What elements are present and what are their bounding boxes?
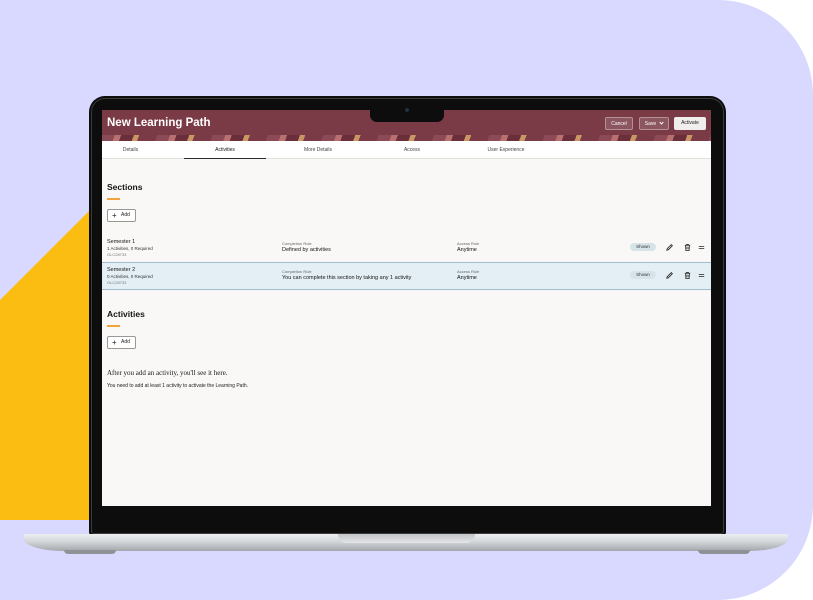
access-rule-label: Access Rule (457, 269, 480, 274)
activities-heading-accent (107, 325, 120, 327)
completion-rule-label: Completion Rule (282, 241, 312, 246)
trash-icon[interactable] (683, 271, 692, 280)
laptop-notch (370, 103, 444, 122)
laptop-foot-right (698, 550, 750, 554)
save-button[interactable]: Save (639, 117, 669, 130)
add-section-label: Add (121, 212, 130, 218)
section-name: Semester 2 (107, 267, 136, 273)
section-row[interactable]: Semester 2 0 Activities, 0 Required OLC2… (102, 262, 711, 290)
plus-icon: + (112, 211, 117, 220)
trash-icon[interactable] (683, 243, 692, 252)
sections-heading-accent (107, 198, 120, 200)
laptop-foot-left (64, 550, 116, 554)
drag-handle-icon[interactable] (697, 271, 706, 280)
completion-rule-value: You can complete this section by taking … (282, 275, 412, 281)
chevron-down-icon (659, 120, 664, 125)
section-name: Semester 1 (107, 239, 136, 245)
add-activity-button[interactable]: + Add (107, 336, 136, 349)
empty-state-title: After you add an activity, you'll see it… (107, 369, 228, 377)
empty-state-text: You need to add at least 1 activity to a… (107, 383, 249, 389)
sections-heading: Sections (107, 182, 143, 192)
save-label: Save (644, 121, 657, 127)
tab-more-details[interactable]: More Details (277, 141, 359, 159)
tab-details[interactable]: Details (102, 141, 159, 159)
tab-activities[interactable]: Activities (184, 141, 266, 159)
tab-access[interactable]: Access (370, 141, 454, 159)
laptop-groove (338, 534, 475, 543)
page-title: New Learning Path (107, 117, 211, 129)
tab-user-experience[interactable]: User Experience (462, 141, 550, 159)
activities-heading: Activities (107, 309, 145, 319)
access-rule-value: Anytime (457, 275, 477, 281)
section-code: OLC28733 (107, 280, 127, 285)
pencil-icon[interactable] (665, 243, 674, 252)
completion-rule-value: Defined by activities (282, 247, 331, 253)
activate-button[interactable]: Activate (674, 117, 706, 130)
completion-rule-label: Completion Rule (282, 269, 312, 274)
plus-icon: + (112, 338, 117, 347)
app-screen: New Learning Path Cancel Save Activate D… (102, 110, 711, 506)
cancel-button[interactable]: Cancel (605, 117, 633, 130)
tab-bar: Details Activities More Details Access U… (102, 141, 711, 159)
add-activity-label: Add (121, 339, 130, 345)
drag-handle-icon[interactable] (697, 243, 706, 252)
section-counts: 1 Activities, 0 Required (107, 246, 153, 251)
section-row[interactable]: Semester 1 1 Activities, 0 Required OLC2… (102, 234, 711, 262)
access-rule-value: Anytime (457, 247, 477, 253)
pencil-icon[interactable] (665, 271, 674, 280)
status-badge: Shown (630, 271, 656, 279)
add-section-button[interactable]: + Add (107, 209, 136, 222)
section-counts: 0 Activities, 0 Required (107, 274, 153, 279)
section-code: OLC28733 (107, 252, 127, 257)
camera-icon (405, 108, 409, 112)
status-badge: Shown (630, 243, 656, 251)
access-rule-label: Access Rule (457, 241, 480, 246)
